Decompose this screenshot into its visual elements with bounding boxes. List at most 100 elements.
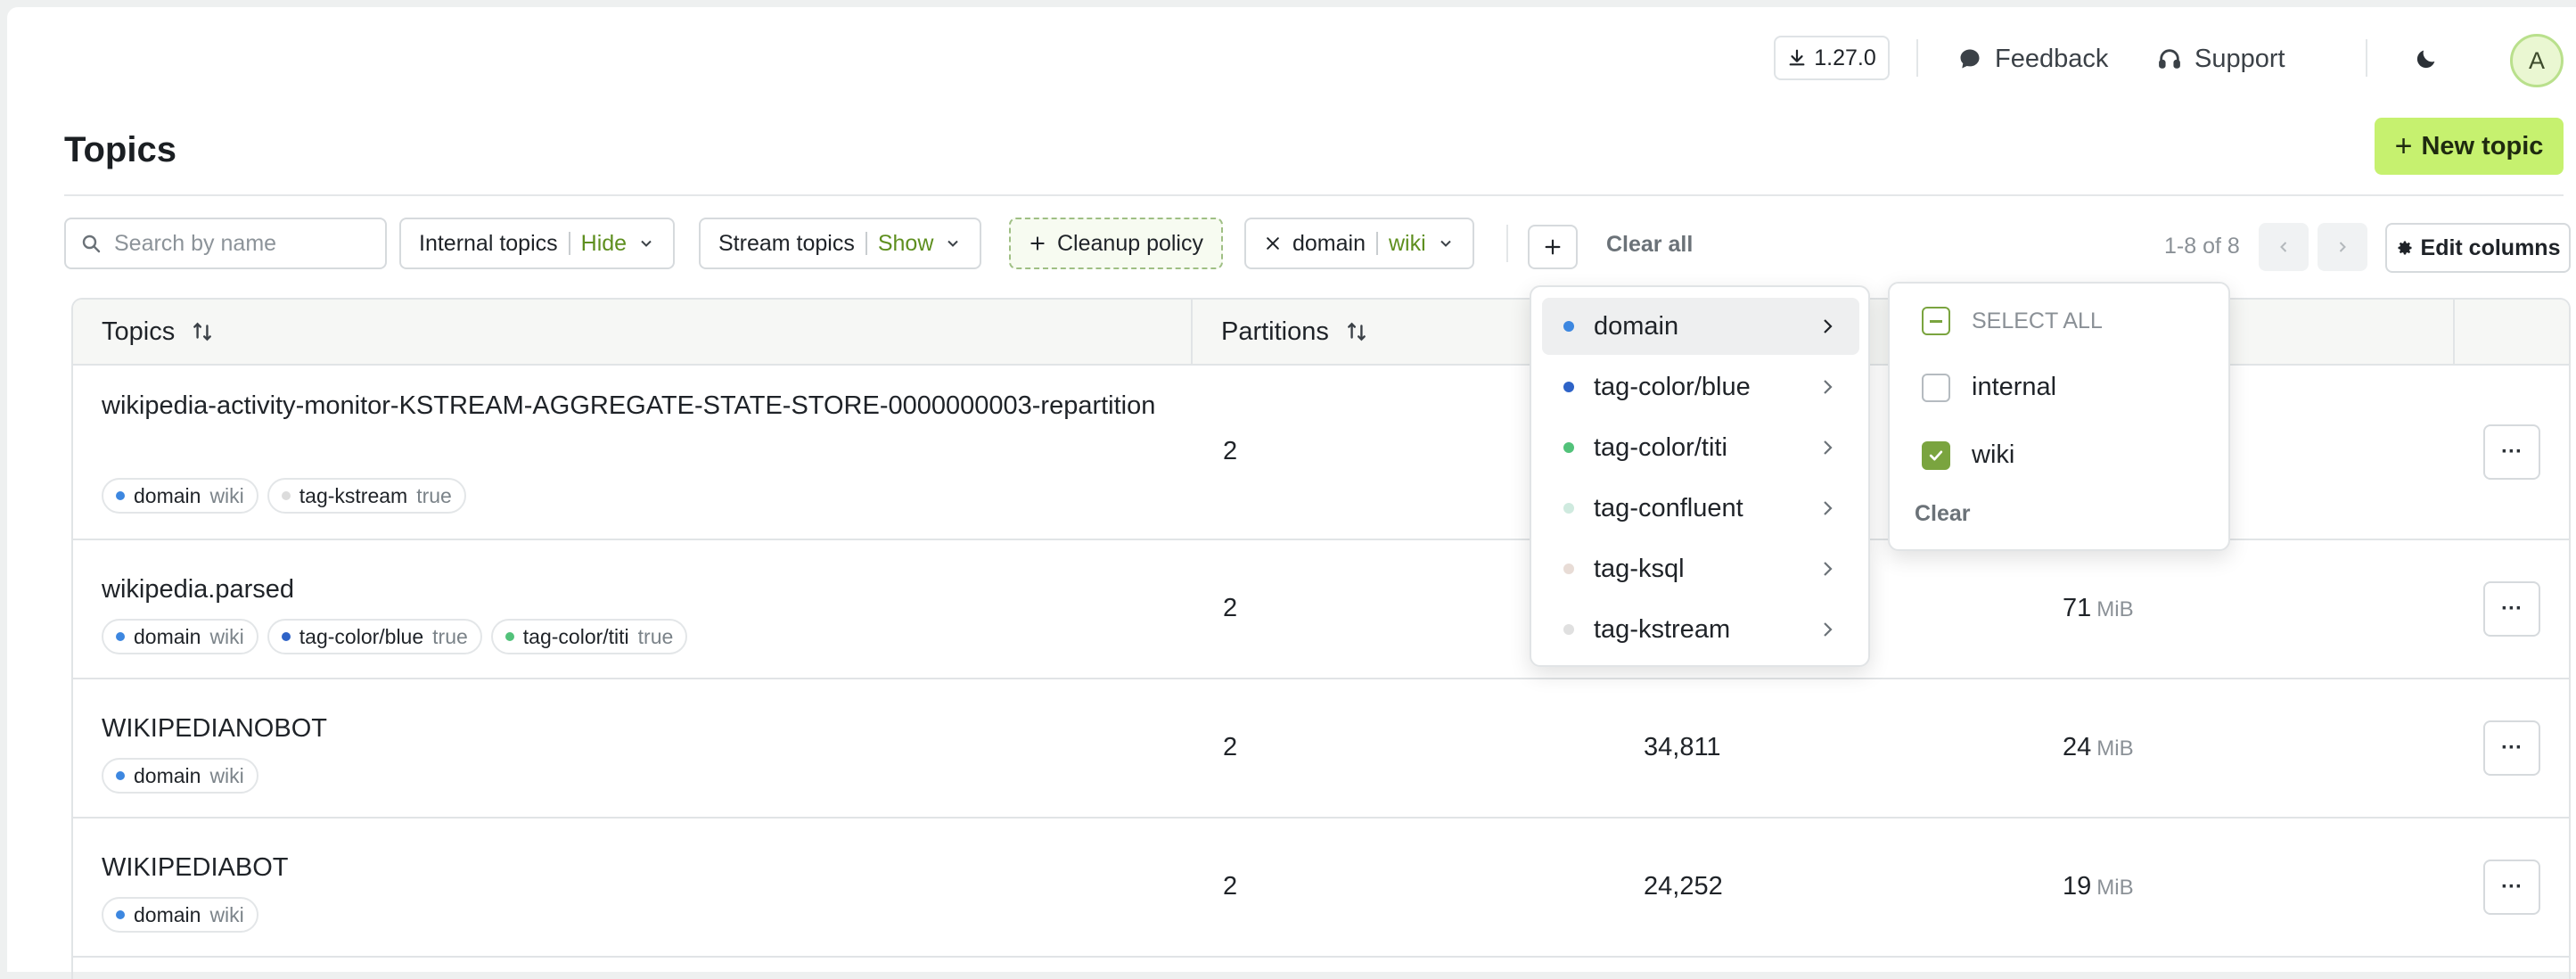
menu-item-label: tag-ksql (1594, 554, 1685, 583)
version-label: 1.27.0 (1814, 45, 1876, 70)
tag-chip: tag-kstream true (267, 478, 466, 514)
plus-icon (1545, 239, 1561, 255)
tag-key: tag-color/titi (522, 624, 629, 648)
size-value: 24 (2063, 733, 2092, 761)
support-link[interactable]: Support (2157, 34, 2285, 84)
stream-topics-filter[interactable]: Stream topics Show (699, 218, 982, 269)
tag-value: true (637, 624, 674, 648)
tag-value: true (432, 624, 468, 648)
edit-columns-button[interactable]: Edit columns (2385, 223, 2571, 273)
topic-name[interactable]: wikipedia-activity-monitor-KSTREAM-AGGRE… (102, 383, 1234, 428)
plus-icon: + (2394, 129, 2413, 163)
filter-divider (1506, 225, 1508, 262)
menu-item-tag-color-blue[interactable]: tag-color/blue (1542, 358, 1859, 415)
tag-key: domain (134, 763, 201, 787)
chat-bubble-icon (1960, 49, 1980, 69)
tag-dot (1563, 503, 1574, 514)
chevron-left-icon (2280, 242, 2287, 252)
cleanup-policy-filter[interactable]: Cleanup policy (1009, 218, 1223, 269)
version-button[interactable]: 1.27.0 (1774, 36, 1890, 80)
value-option-internal[interactable]: internal (1922, 373, 2056, 402)
menu-item-domain[interactable]: domain (1542, 298, 1859, 355)
clear-selection-button[interactable]: Clear (1915, 501, 1971, 527)
size-cell: 71 MiB (2063, 594, 2134, 623)
chevron-right-icon (1824, 440, 1833, 455)
tag-value: wiki (209, 902, 244, 926)
column-divider (2453, 300, 2455, 364)
topic-name[interactable]: WIKIPEDIANOBOT (102, 706, 1234, 751)
table-row[interactable]: wikipedia.parsed domain wiki tag-color/b… (73, 540, 2569, 679)
topic-tags: domain wiki tag-color/blue true tag-colo… (102, 619, 688, 654)
add-filter-button[interactable] (1528, 225, 1578, 269)
menu-item-label: tag-color/blue (1594, 372, 1751, 401)
column-header-partitions[interactable]: Partitions (1221, 300, 1368, 364)
row-actions-button[interactable]: ··· (2483, 581, 2540, 637)
topic-tags: domain wiki (102, 758, 258, 794)
tag-value: wiki (209, 483, 244, 507)
prev-page-button[interactable] (2259, 223, 2309, 271)
tag-chip: tag-color/blue true (267, 619, 482, 654)
chevron-down-icon (641, 240, 652, 247)
partitions-cell: 2 (1223, 437, 1238, 465)
stream-topics-value: Show (877, 230, 934, 256)
value-option-wiki[interactable]: wiki (1922, 440, 2014, 470)
internal-topics-filter[interactable]: Internal topics Hide (399, 218, 676, 269)
avatar[interactable]: A (2510, 34, 2564, 87)
tag-dot (1563, 442, 1574, 453)
menu-item-tag-ksql[interactable]: tag-ksql (1542, 540, 1859, 597)
chevron-right-icon (1824, 622, 1833, 637)
topic-tags: domain wiki tag-kstream true (102, 478, 466, 514)
domain-filter[interactable]: domain wiki (1244, 218, 1474, 269)
stream-topics-label: Stream topics (718, 230, 855, 256)
domain-filter-value: wiki (1389, 230, 1426, 256)
header-divider (1916, 39, 1918, 77)
table-row[interactable]: WIKIPEDIANOBOT domain wiki 2 34,811 24 Mi… (73, 679, 2569, 819)
size-unit: MiB (2096, 597, 2134, 621)
menu-item-label: tag-kstream (1594, 614, 1731, 644)
row-actions-button[interactable]: ··· (2483, 860, 2540, 915)
tag-dot (281, 632, 291, 641)
tag-chip: tag-color/titi true (490, 619, 688, 654)
tag-dot (281, 491, 291, 500)
page-title: Topics (64, 130, 176, 169)
tag-key: domain (134, 624, 201, 648)
support-label: Support (2195, 44, 2285, 73)
search-input[interactable] (114, 230, 364, 257)
table-row[interactable]: WIKIPEDIABOT domain wiki 2 24,252 19 MiB … (73, 819, 2569, 958)
select-all-option[interactable]: SELECT ALL (1922, 307, 2103, 335)
tag-dot (1563, 321, 1574, 332)
sort-icon (193, 322, 212, 341)
value-option-label: wiki (1972, 440, 2015, 469)
search-icon (82, 234, 101, 253)
tag-dot (116, 632, 125, 641)
column-divider (1191, 300, 1193, 364)
checkbox-checked[interactable] (1922, 440, 1950, 470)
close-icon[interactable] (1264, 234, 1282, 252)
new-topic-label: New topic (2421, 131, 2544, 160)
menu-item-tag-kstream[interactable]: tag-kstream (1542, 601, 1859, 658)
tag-key: tag-color/blue (299, 624, 424, 648)
header-divider (2366, 39, 2367, 77)
menu-item-label: tag-color/titi (1594, 432, 1727, 462)
chevron-down-icon (1440, 240, 1451, 247)
cleanup-policy-label: Cleanup policy (1057, 230, 1203, 256)
new-topic-button[interactable]: + New topic (2375, 118, 2564, 175)
chevron-right-icon (2339, 242, 2346, 252)
checkbox[interactable] (1922, 373, 1950, 402)
feedback-link[interactable]: Feedback (1957, 34, 2108, 84)
next-page-button[interactable] (2318, 223, 2367, 271)
row-actions-button[interactable]: ··· (2483, 424, 2540, 480)
tag-key: tag-kstream (299, 483, 408, 507)
topic-name[interactable]: wikipedia.parsed (102, 567, 1234, 612)
checkbox-indeterminate[interactable] (1922, 307, 1950, 335)
row-actions-button[interactable]: ··· (2483, 720, 2540, 776)
column-header-topics[interactable]: Topics (102, 300, 214, 364)
tag-value: wiki (209, 624, 244, 648)
chevron-right-icon (1824, 380, 1833, 394)
menu-item-tag-confluent[interactable]: tag-confluent (1542, 480, 1859, 537)
theme-toggle[interactable] (2414, 34, 2439, 84)
menu-item-tag-color-titi[interactable]: tag-color/titi (1542, 419, 1859, 476)
clear-all-button[interactable]: Clear all (1606, 232, 1693, 258)
pagination-range: 1-8 of 8 (2164, 234, 2240, 259)
topic-name[interactable]: WIKIPEDIABOT (102, 845, 1234, 890)
